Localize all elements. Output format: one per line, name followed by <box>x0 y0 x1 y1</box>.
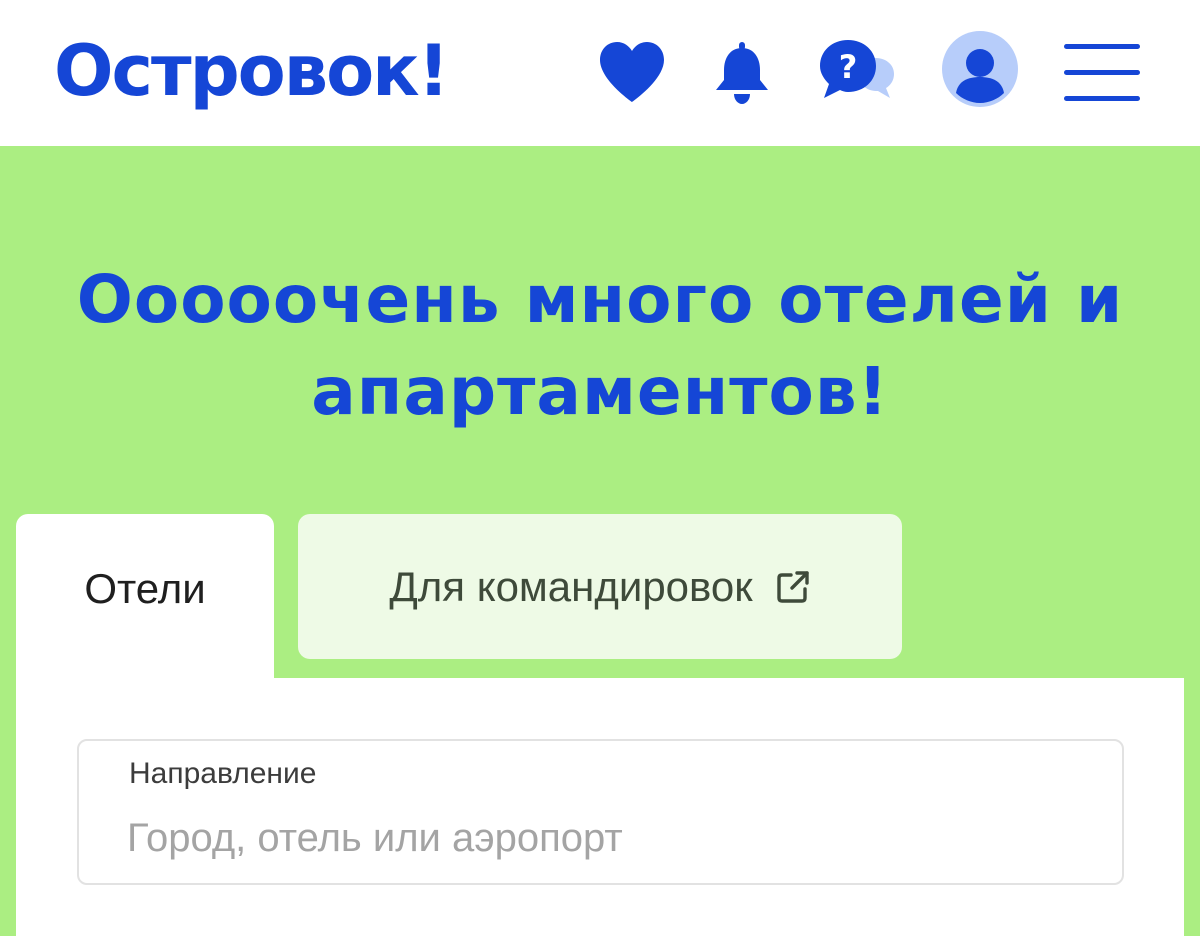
svg-text:?: ? <box>839 48 858 86</box>
destination-label: Направление <box>129 757 317 790</box>
tab-business-trips-label: Для командировок <box>389 562 753 610</box>
destination-field[interactable]: Направление <box>77 739 1124 885</box>
tab-hotels[interactable]: Отели <box>16 514 274 694</box>
destination-input[interactable] <box>127 811 1087 865</box>
top-header: Островок! ? <box>0 0 1200 146</box>
tab-hotels-label: Отели <box>84 565 206 612</box>
bell-icon[interactable] <box>710 40 774 106</box>
hero-title: Ооооочень много отелей и апартаментов! <box>40 254 1160 438</box>
heart-icon[interactable] <box>598 40 666 104</box>
logo[interactable]: Островок! <box>54 26 450 116</box>
avatar-icon[interactable] <box>942 31 1018 107</box>
tab-business-trips[interactable]: Для командировок <box>298 514 902 659</box>
help-chat-icon[interactable]: ? <box>818 36 896 110</box>
hero-title-line-2: апартаментов! <box>311 353 889 430</box>
menu-icon[interactable] <box>1064 44 1140 102</box>
hero-title-line-1: Ооооочень много отелей и <box>76 261 1124 338</box>
external-link-icon <box>776 570 809 603</box>
